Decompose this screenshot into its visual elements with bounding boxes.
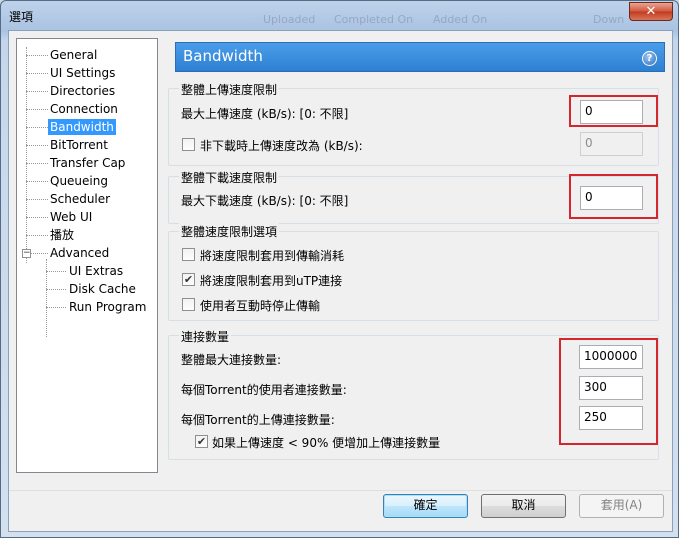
close-icon: ✕ (645, 4, 657, 19)
tree-line (26, 127, 48, 128)
tree-item-bandwidth[interactable]: Bandwidth (48, 119, 116, 135)
panel-header: Bandwidth ? (175, 42, 665, 72)
apply-utp-label: 將速度限制套用到uTP連接 (200, 274, 343, 288)
tree-line (26, 163, 48, 164)
tree-line (26, 109, 48, 110)
checkmark-icon: ✔ (183, 273, 194, 286)
tree-line (26, 235, 48, 236)
tree-item-connection[interactable]: Connection (50, 101, 118, 117)
tree-line (31, 253, 48, 254)
auto-slots-checkbox[interactable]: ✔ (195, 435, 208, 448)
bg-column-completed: Completed On (334, 13, 414, 26)
stop-on-activity-label: 使用者互動時停止傳輸 (200, 299, 321, 313)
alt-upload-checkbox[interactable] (182, 138, 195, 151)
window-title: 選項 (9, 10, 34, 24)
tree-item-ui-settings[interactable]: UI Settings (50, 65, 115, 81)
alt-upload-input[interactable]: 0 (580, 132, 643, 156)
apply-button[interactable]: 套用(A) (579, 494, 664, 518)
tree-line (46, 289, 66, 290)
tree-item-ui-extras[interactable]: UI Extras (69, 263, 123, 279)
dialog-client: − General UI Settings Directories Connec… (8, 30, 673, 532)
tree-line (26, 91, 48, 92)
divider (9, 490, 672, 491)
apply-overhead-label: 將速度限制套用到傳輸消耗 (200, 249, 345, 263)
tree-line (26, 145, 48, 146)
tree-line (26, 217, 48, 218)
options-dialog: 選項 Uploaded Completed On Added On Down ✕ (0, 0, 679, 538)
help-icon[interactable]: ? (642, 51, 657, 66)
tree-line (26, 181, 48, 182)
stop-on-activity-checkbox[interactable] (182, 298, 195, 311)
tree-line (46, 271, 66, 272)
tree-line (26, 73, 48, 74)
upload-slots-label: 每個Torrent的上傳連接數量: (181, 413, 335, 427)
tree-item-web-ui[interactable]: Web UI (50, 209, 92, 225)
upload-limit-title: 整體上傳速度限制 (179, 81, 280, 98)
tree-item-directories[interactable]: Directories (50, 83, 115, 99)
ok-button[interactable]: 確定 (383, 494, 468, 518)
tree-line (46, 307, 66, 308)
tree-item-playback[interactable]: 播放 (50, 227, 74, 243)
global-max-label: 整體最大連接數量: (181, 353, 282, 367)
tree-item-run-program[interactable]: Run Program (69, 299, 146, 315)
tree-item-disk-cache[interactable]: Disk Cache (69, 281, 136, 297)
checkmark-icon: ✔ (196, 435, 207, 448)
collapse-icon[interactable]: − (22, 249, 31, 258)
tree-item-transfer-cap[interactable]: Transfer Cap (50, 155, 125, 171)
download-limit-title: 整體下載速度限制 (179, 169, 280, 186)
tree-line (26, 199, 48, 200)
speed-options-title: 整體速度限制選項 (179, 223, 280, 240)
title-bar[interactable]: 選項 Uploaded Completed On Added On Down ✕ (1, 1, 678, 31)
bg-column-uploaded: Uploaded (263, 13, 316, 26)
page-title: Bandwidth (183, 47, 263, 65)
bg-column-down: Down (593, 13, 625, 26)
tree-item-bittorrent[interactable]: BitTorrent (50, 137, 108, 153)
cancel-button[interactable]: 取消 (481, 494, 566, 518)
tree-item-scheduler[interactable]: Scheduler (50, 191, 110, 207)
highlight-box (569, 95, 658, 127)
auto-slots-label: 如果上傳速度 < 90% 便增加上傳連接數量 (212, 436, 441, 450)
apply-overhead-checkbox[interactable] (182, 248, 195, 261)
alt-upload-label: 非下載時上傳速度改為 (kB/s): (200, 139, 363, 153)
bg-column-added: Added On (433, 13, 488, 26)
tree-line (26, 47, 27, 263)
close-button[interactable]: ✕ (629, 2, 673, 21)
connections-title: 連接數量 (179, 328, 232, 345)
tree-item-queueing[interactable]: Queueing (50, 173, 108, 189)
highlight-box (569, 174, 658, 219)
tree-line (26, 55, 48, 56)
max-download-label: 最大下載速度 (kB/s): [0: 不限] (181, 194, 349, 208)
max-upload-label: 最大上傳速度 (kB/s): [0: 不限] (181, 107, 349, 121)
highlight-box (559, 338, 658, 445)
tree-item-advanced[interactable]: Advanced (50, 245, 109, 261)
apply-utp-checkbox[interactable]: ✔ (182, 273, 195, 286)
tree-item-general[interactable]: General (50, 47, 97, 63)
settings-tree: − General UI Settings Directories Connec… (16, 38, 158, 473)
peers-per-torrent-label: 每個Torrent的使用者連接數量: (181, 383, 347, 397)
